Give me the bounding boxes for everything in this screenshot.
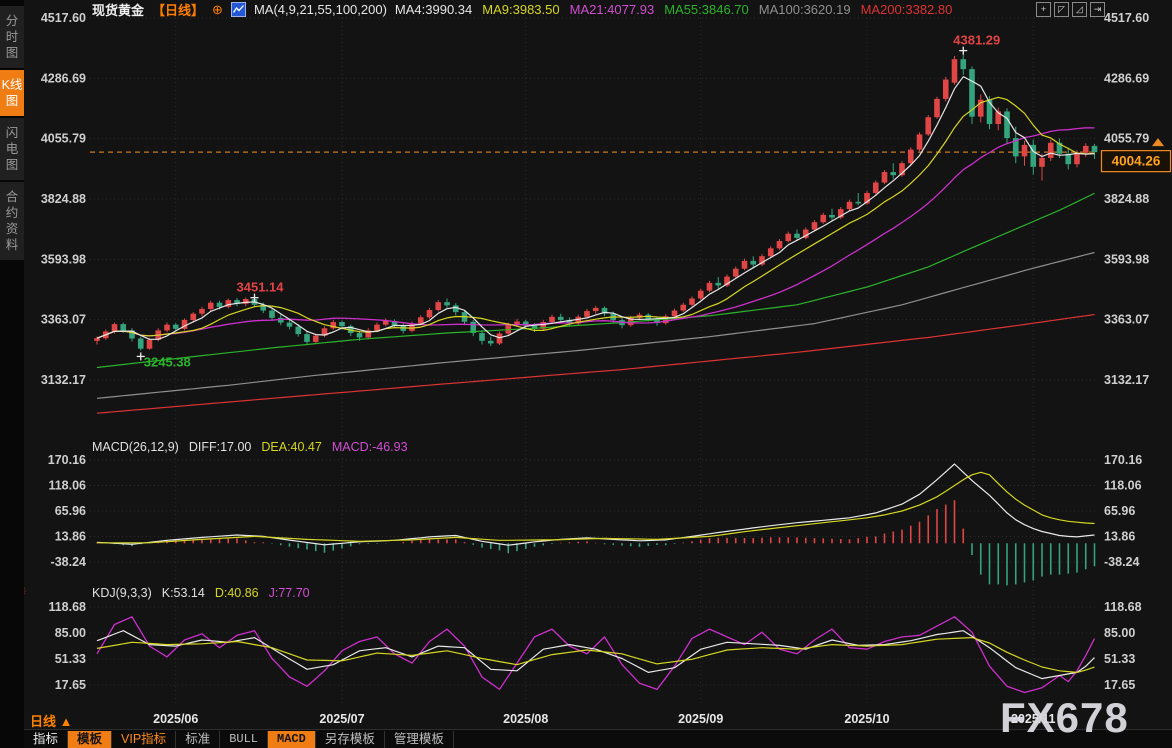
y-axis-label: 17.65 [55,678,86,692]
macd-diff-value: DIFF:17.00 [189,440,252,454]
macd-header: MACD(26,12,9) DIFF:17.00 DEA:40.47 MACD:… [92,440,408,454]
y-axis-label: 3593.98 [1104,252,1149,266]
price-annotation: 3451.14 [237,280,285,295]
y-axis-label: 170.16 [1104,453,1142,467]
circle-plus-icon[interactable]: ⊕ [212,2,223,18]
macd-macd-value: MACD:-46.93 [332,440,408,454]
y-axis-label: -38.24 [51,555,86,569]
chevron-up-icon: ▲ [60,714,73,729]
x-axis-label: 2025/06 [153,712,198,726]
watermark: FX678 [1000,694,1129,742]
price-annotation: 3245.38 [144,354,191,369]
y-axis-label: 3593.98 [41,252,86,266]
sidebar-item-分时图[interactable]: 分时图 [0,6,24,68]
ma-value-label: MA21:4077.93 [570,2,655,17]
price-chart[interactable]: 4517.60 4517.60 4286.69 4286.69 4055.79 4055.… [0,0,1172,748]
timeframe-selector[interactable]: 日线 ▲ [30,711,73,730]
kdj-title[interactable]: KDJ(9,3,3) [92,586,152,600]
symbol-name: 现货黄金 [92,0,144,19]
ma-values: MA4:3990.34 MA9:3983.50 MA21:4077.93 MA55:3… [395,2,952,17]
tab-BULL[interactable]: BULL [220,731,268,748]
axis-scale-left-icon[interactable]: ◸ [1054,2,1069,17]
y-axis-label: 3363.07 [41,313,86,327]
y-axis-label: 51.33 [1104,652,1135,666]
ma-value-label: MA9:3983.50 [482,2,559,17]
app-window: 4517.60 4517.60 4286.69 4286.69 4055.79 4055.… [0,0,1172,748]
y-axis-label: 4055.79 [41,132,86,146]
y-axis-label: 4517.60 [1104,11,1149,25]
y-axis-label: -38.24 [1104,555,1139,569]
tab-标准[interactable]: 标准 [176,731,220,748]
sidebar-item-K线图[interactable]: K线图 [0,70,24,116]
y-axis-label: 4055.79 [1104,132,1149,146]
y-axis-label: 4286.69 [41,71,86,85]
tab-MACD[interactable]: MACD [268,731,316,748]
y-axis-label: 85.00 [55,626,86,640]
kdj-header: KDJ(9,3,3) K:53.14 D:40.86 J:77.70 [92,586,310,600]
tab-模板[interactable]: 模板 [68,731,112,748]
y-axis-label: 4517.60 [41,11,86,25]
ma-value-label: MA100:3620.19 [759,2,851,17]
x-axis-label: 2025/07 [319,712,364,726]
y-axis-label: 3824.88 [41,192,86,206]
timeframe-label: 日线 [30,714,56,729]
y-axis-label: 3824.88 [1104,192,1149,206]
kdj-j-value: J:77.70 [269,586,310,600]
macd-title[interactable]: MACD(26,12,9) [92,440,179,454]
chart-type-icon[interactable] [231,2,246,17]
y-axis-label: 118.68 [1104,600,1142,614]
kdj-d-value: D:40.86 [215,586,259,600]
tab-VIP指标[interactable]: VIP指标 [112,731,176,748]
sidebar-item-合约资料[interactable]: 合约资料 [0,182,24,260]
y-axis-label: 65.96 [55,504,86,518]
collapse-panel-icon[interactable]: ⇥ [1090,2,1105,17]
y-axis-label: 3132.17 [41,373,86,387]
y-axis-label: 51.33 [55,652,86,666]
y-axis-label: 118.06 [1104,479,1142,493]
y-axis-label: 65.96 [1104,504,1135,518]
ma-value-label: MA55:3846.70 [664,2,749,17]
y-axis-label: 13.86 [55,530,86,544]
y-axis-label: 118.06 [48,479,86,493]
ma-value-label: MA4:3990.34 [395,2,472,17]
kdj-k-value: K:53.14 [162,586,205,600]
x-axis-label: 2025/09 [678,712,723,726]
period-tag[interactable]: 【日线】 [152,0,204,19]
y-axis-label: 3132.17 [1104,373,1149,387]
sidebar: 分时图K线图闪电图合约资料 [0,0,24,748]
y-axis-label: 4286.69 [1104,71,1149,85]
price-annotation: 4381.29 [953,33,1000,48]
macd-dea-value: DEA:40.47 [261,440,321,454]
pan-icon[interactable]: + [1036,2,1051,17]
y-axis-label: 85.00 [1104,626,1135,640]
tab-管理模板[interactable]: 管理模板 [385,731,454,748]
ma-value-label: MA200:3382.80 [861,2,953,17]
current-price-tag: 4004.26 [1112,154,1161,169]
tab-另存模板[interactable]: 另存模板 [316,731,385,748]
sidebar-item-闪电图[interactable]: 闪电图 [0,118,24,180]
y-axis-label: 118.68 [48,600,86,614]
x-axis-label: 2025/10 [844,712,889,726]
x-axis-label: 2025/08 [503,712,548,726]
y-axis-label: 17.65 [1104,678,1135,692]
chart-header: 现货黄金 【日线】 ⊕ MA(4,9,21,55,100,200) MA4:39… [92,1,952,18]
axis-scale-right-icon[interactable]: ◿ [1072,2,1087,17]
chart-tool-icons: +◸◿⇥ [1036,2,1105,17]
y-axis-label: 3363.07 [1104,313,1149,327]
tab-指标[interactable]: 指标 [24,731,68,748]
ma-settings-label: MA(4,9,21,55,100,200) [254,2,387,17]
y-axis-label: 13.86 [1104,530,1135,544]
y-axis-label: 170.16 [48,453,86,467]
